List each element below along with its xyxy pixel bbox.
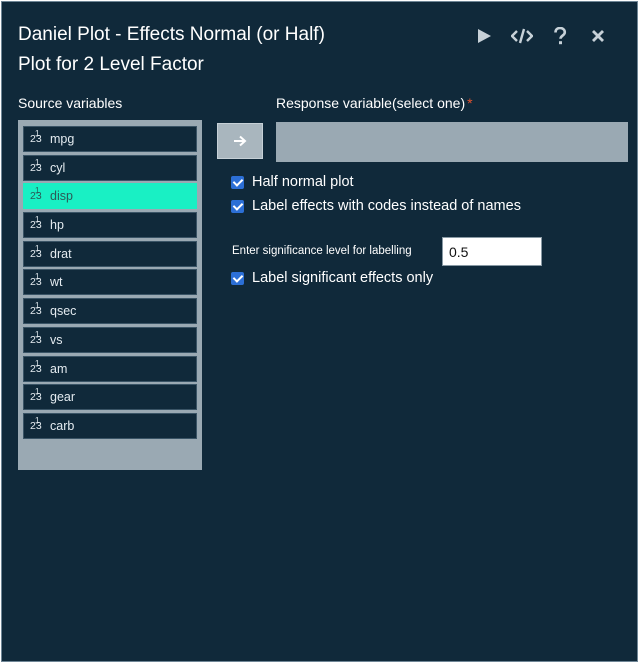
- source-variables-label: Source variables: [18, 95, 123, 111]
- scale-variable-icon: 213: [30, 387, 42, 404]
- play-icon: [478, 29, 491, 43]
- label-sig-only-option[interactable]: Label significant effects only: [231, 270, 433, 286]
- arrow-right-icon: [234, 135, 247, 147]
- significance-level-input[interactable]: [442, 237, 542, 266]
- label-codes-option[interactable]: Label effects with codes instead of name…: [231, 198, 521, 214]
- significance-level-label: Enter significance level for labelling: [232, 245, 412, 257]
- source-variable-label: wt: [50, 275, 63, 290]
- source-variable-item[interactable]: 2 1 3 gear: [23, 384, 197, 411]
- response-label-text: Response variable(select one): [276, 95, 466, 111]
- source-variable-label: qsec: [50, 304, 77, 319]
- label-sig-only-label: Label significant effects only: [252, 270, 434, 286]
- scale-variable-icon: 213: [30, 186, 42, 203]
- half-normal-label: Half normal plot: [252, 174, 354, 190]
- title-line-1: Daniel Plot - Effects Normal (or Half): [18, 24, 325, 45]
- help-icon: [554, 27, 567, 45]
- response-variable-label: Response variable(select one) *: [276, 95, 473, 111]
- source-variable-label: gear: [50, 390, 76, 405]
- source-variable-item[interactable]: 2 1 3 carb: [23, 412, 197, 439]
- source-variable-item[interactable]: 2 1 3 drat: [23, 240, 197, 267]
- help-button[interactable]: [541, 25, 579, 47]
- scale-variable-icon: 213: [30, 215, 42, 232]
- source-variable-item[interactable]: 2 1 3 disp: [23, 183, 197, 210]
- source-variable-item[interactable]: 2 1 3 qsec: [23, 298, 197, 325]
- half-normal-checkbox[interactable]: [231, 175, 244, 189]
- source-variable-label: am: [50, 361, 68, 376]
- source-variable-item[interactable]: 2 1 3 wt: [23, 269, 197, 296]
- dialog-title: Daniel Plot - Effects Normal (or Half) P…: [18, 20, 458, 80]
- scale-variable-icon: 213: [30, 157, 42, 174]
- label-sig-only-checkbox[interactable]: [231, 271, 244, 285]
- source-variable-item[interactable]: 2 1 3 hp: [23, 212, 197, 239]
- source-variable-label: hp: [50, 218, 64, 233]
- source-variable-item[interactable]: 2 1 3 mpg: [23, 126, 197, 152]
- label-codes-label: Label effects with codes instead of name…: [252, 198, 521, 214]
- scale-variable-icon: 213: [30, 415, 42, 432]
- scale-variable-icon: 213: [30, 272, 42, 289]
- scale-variable-icon: 213: [30, 243, 42, 260]
- dialog: Daniel Plot - Effects Normal (or Half) P…: [1, 1, 638, 662]
- required-marker: *: [467, 95, 473, 111]
- half-normal-option[interactable]: Half normal plot: [231, 174, 354, 190]
- run-button[interactable]: [465, 25, 503, 47]
- response-variable-dropzone[interactable]: [276, 122, 628, 162]
- scale-variable-icon: 213: [30, 129, 42, 145]
- close-icon: [592, 30, 604, 42]
- title-line-2: Plot for 2 Level Factor: [18, 54, 204, 75]
- toolbar: [465, 25, 617, 47]
- source-variable-label: cyl: [50, 160, 66, 175]
- label-codes-checkbox[interactable]: [231, 199, 244, 213]
- source-variable-item[interactable]: 2 1 3 am: [23, 355, 197, 382]
- close-button[interactable]: [579, 25, 617, 47]
- source-variable-label: mpg: [50, 132, 75, 146]
- source-variables-list[interactable]: 2 1 3 mpg 2 1 3 cyl 2 1 3 disp 2 1 3 hp 2 1 3 drat 2 1 3 wt 2 1 3 q…: [18, 120, 202, 470]
- source-variable-label: vs: [50, 332, 63, 347]
- scale-variable-icon: 213: [30, 329, 42, 346]
- move-to-response-button[interactable]: [217, 123, 263, 159]
- code-icon: [511, 28, 533, 44]
- source-variable-label: disp: [50, 189, 73, 204]
- scale-variable-icon: 213: [30, 358, 42, 375]
- source-variable-item[interactable]: 2 1 3 cyl: [23, 154, 197, 181]
- scale-variable-icon: 213: [30, 301, 42, 318]
- source-variable-item[interactable]: 2 1 3 vs: [23, 326, 197, 353]
- syntax-button[interactable]: [503, 25, 541, 47]
- source-variable-label: drat: [50, 246, 72, 261]
- source-variable-label: carb: [50, 418, 75, 433]
